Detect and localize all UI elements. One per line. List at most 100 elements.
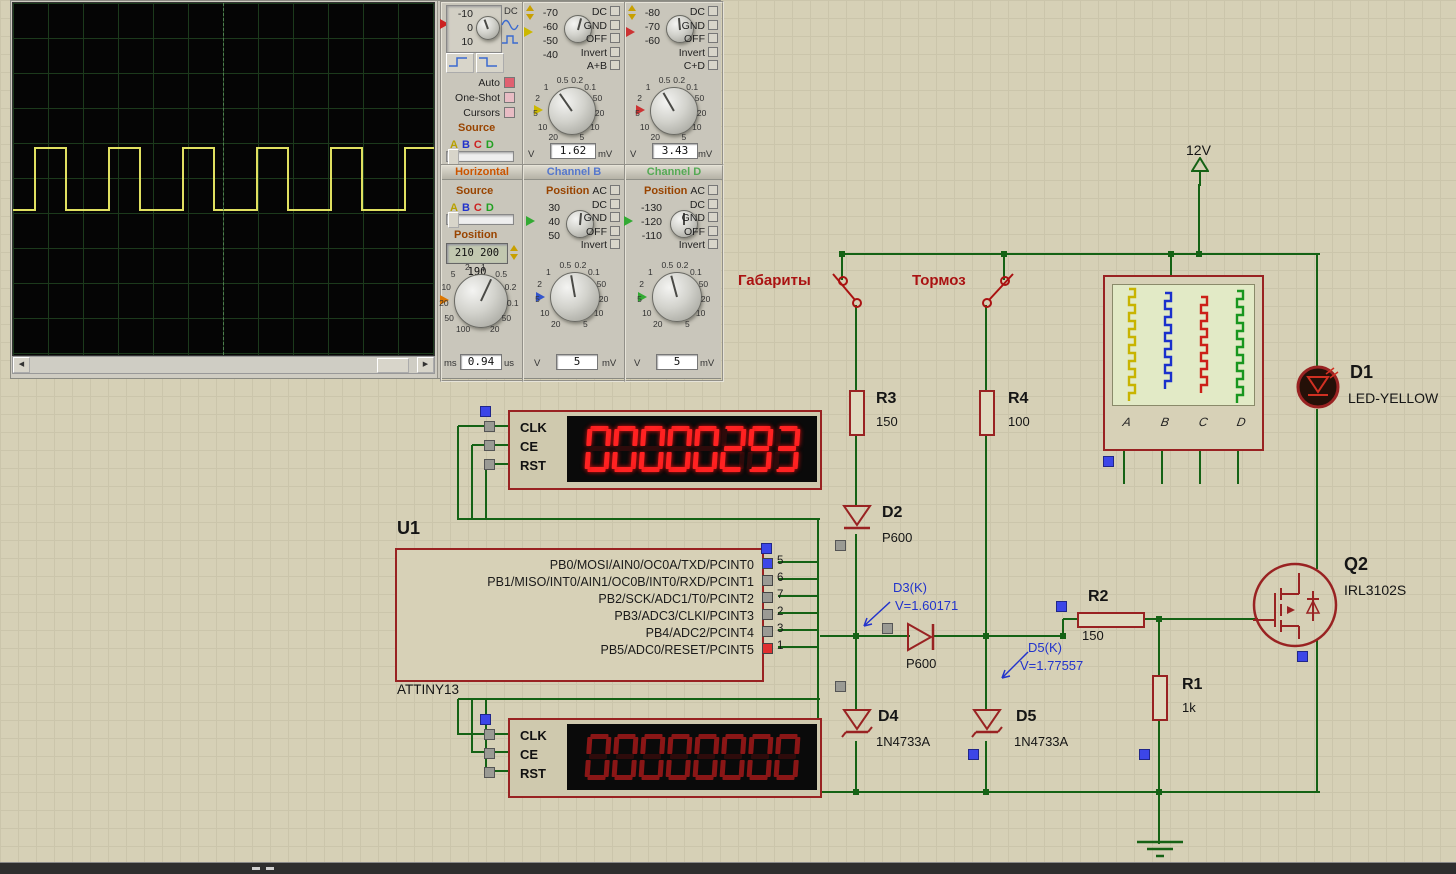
resistor-r3[interactable] [849,390,865,436]
list-item[interactable]: B [462,202,470,214]
analyzer-graph[interactable]: A B C D [1103,275,1264,451]
horizontal-source-slider[interactable] [446,212,514,228]
list-item[interactable]: A+B [576,60,620,74]
list-item[interactable]: C [474,202,482,214]
seven-seg-digit [692,425,719,473]
channel-c-coupling[interactable]: DC GND OFF Invert C+D [674,6,718,74]
channel-c-gain-knob[interactable] [650,87,698,135]
trigger-auto-indicator[interactable] [504,77,515,88]
list-item[interactable]: GND [576,212,620,226]
d2-value: P600 [882,530,913,545]
trigger-cursors-button[interactable]: Cursors [442,107,500,119]
trigger-oneshot-button[interactable]: One-Shot [442,92,500,104]
position-spinner-up-icon[interactable] [526,5,534,11]
list-item[interactable]: OFF [576,33,620,47]
list-item[interactable]: OFF [674,226,718,240]
list-item[interactable]: AC [576,185,620,199]
list-item[interactable]: OFF [576,226,620,240]
zener-d4[interactable] [841,706,873,744]
taskbar[interactable] [0,862,1456,874]
mosfet-q2[interactable] [1251,561,1339,649]
list-item[interactable]: DC [576,6,620,20]
position-spinner-up-icon[interactable] [628,5,636,11]
list-item[interactable]: AC [674,185,718,199]
list-item[interactable]: D [486,202,494,214]
trigger-falling-edge-button[interactable] [476,53,504,73]
trigger-cursors-indicator[interactable] [504,107,515,118]
list-item[interactable]: OFF [674,33,718,47]
trigger-source-slider[interactable] [446,149,514,165]
channel-d-coupling[interactable]: AC DC GND OFF Invert [674,185,718,253]
list-item[interactable]: Invert [576,47,620,61]
timebase-knob[interactable] [454,274,508,328]
resistor-r2[interactable] [1077,612,1145,628]
trigger-rising-edge-button[interactable] [446,53,474,73]
list-item[interactable]: GND [576,20,620,34]
wire [1237,446,1239,484]
switch-tormoz[interactable] [981,270,1025,314]
channel-d-section: Channel D Position -130 -120 -110 AC DC GND O… [624,164,724,382]
channel-a-gain-knob[interactable] [548,87,596,135]
list-item: -60 [644,35,660,47]
knob-scale-label: 5 [535,294,540,305]
trigger-ac-icon[interactable] [501,18,519,31]
list-item[interactable]: GND [674,212,718,226]
seven-seg-digit [692,733,719,781]
trigger-auto-button[interactable]: Auto [442,77,500,89]
r4-value: 100 [1008,414,1030,429]
seven-seg-display-bottom[interactable]: CLK CE RST [508,718,822,798]
mcu-pin-state-square [762,592,773,603]
wire [855,741,857,793]
diode-p600[interactable] [903,620,939,654]
list-item[interactable]: DC [576,199,620,213]
list-item: 50 [548,230,560,242]
slider-thumb[interactable] [448,212,459,228]
channel-c-section: -80 -70 -60 DC GND OFF Invert C+D 3.43 V mV 20… [624,1,724,168]
scope-scrollbar[interactable]: ◀ ▶ [12,356,435,374]
channel-b-coupling[interactable]: AC DC GND OFF Invert [576,185,620,253]
position-spinner-down-icon[interactable] [526,14,534,20]
mcu-attiny13[interactable]: PB0/MOSI/AIN0/OC0A/TXD/PCINT0 PB1/MISO/IN… [395,548,764,682]
list-item[interactable]: Invert [576,239,620,253]
list-item[interactable]: DC [674,199,718,213]
position-spinner-up-icon[interactable] [510,245,518,251]
list-item[interactable]: C [474,139,482,151]
r3-value: 150 [876,414,898,429]
position-spinner-down-icon[interactable] [510,254,518,260]
list-item: -130 [640,202,662,214]
resistor-r1[interactable] [1152,675,1168,721]
list-item[interactable]: DC [674,6,718,20]
zener-d5[interactable] [971,706,1003,744]
position-spinner-down-icon[interactable] [628,14,636,20]
knob-scale-label: 10 [642,308,652,319]
scroll-right-icon[interactable]: ▶ [417,357,434,373]
gray-marker [484,729,495,740]
scrollbar-thumb[interactable] [377,358,409,373]
seven-seg-display-top[interactable]: CLK CE RST [508,410,822,490]
wire [1316,409,1318,569]
channel-b-gain-knob[interactable] [550,272,600,322]
wire [1199,446,1201,484]
trigger-level-knob[interactable] [476,16,500,40]
list-item[interactable]: C+D [674,60,718,74]
list-item[interactable]: Invert [674,239,718,253]
switch-gabarity[interactable] [831,270,875,314]
mcu-pin-number: 3 [777,623,784,635]
list-item[interactable]: B [462,139,470,151]
trigger-level-dial[interactable]: -10 0 10 [446,5,502,53]
trigger-oneshot-indicator[interactable] [504,92,515,103]
diode-d2[interactable] [841,502,873,536]
trigger-dc-icon[interactable] [501,33,519,46]
display-bottom-ce-label: CE [520,747,539,762]
scroll-left-icon[interactable]: ◀ [13,357,30,373]
blue-marker [1297,651,1308,662]
list-item[interactable]: D [486,139,494,151]
channel-d-gain-knob[interactable] [652,272,702,322]
list-item[interactable]: Invert [674,47,718,61]
slider-thumb[interactable] [448,149,459,165]
led-d1[interactable] [1295,364,1341,410]
channel-a-coupling[interactable]: DC GND OFF Invert A+B [576,6,620,74]
list-item[interactable]: GND [674,20,718,34]
knob-scale-label: 20 [653,318,663,329]
resistor-r4[interactable] [979,390,995,436]
